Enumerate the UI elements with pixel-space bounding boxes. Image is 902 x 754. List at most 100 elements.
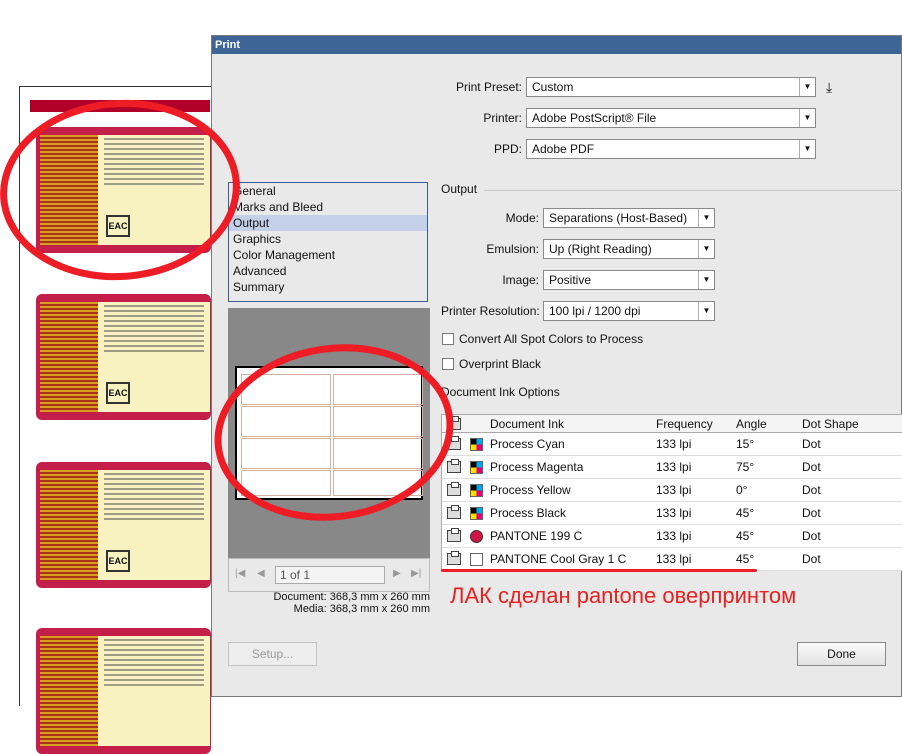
convert-spot-colors-checkbox[interactable]: Convert All Spot Colors to Process [442,332,643,346]
page-navigator: |◀ ◀ 1 of 1 ▶ ▶| [228,558,430,592]
printer-resolution-select[interactable]: 100 lpi / 1200 dpi ▼ [543,301,715,321]
ink-frequency[interactable]: 133 lpi [648,460,728,474]
emulsion-label: Emulsion: [486,242,539,256]
eac-mark: EAC [106,550,130,572]
dialog-title: Print [212,36,901,54]
product-label: EAC [36,294,211,420]
checkbox-box[interactable] [442,358,454,370]
spot-color-swatch [469,529,483,543]
column-angle[interactable]: Angle [728,415,794,432]
ink-angle[interactable]: 45° [728,506,794,520]
eac-mark: EAC [106,382,130,404]
ink-row[interactable]: PANTONE 199 C 133 lpi 45° Dot [442,525,902,548]
mode-label: Mode: [505,211,539,225]
column-document-ink[interactable]: Document Ink [486,415,648,432]
nav-item-marks-and-bleed[interactable]: Marks and Bleed [229,199,427,215]
print-ink-toggle-icon[interactable] [447,551,461,565]
ink-row[interactable]: Process Yellow 133 lpi 0° Dot [442,479,902,502]
column-dot-shape[interactable]: Dot Shape [794,415,874,432]
ink-angle[interactable]: 45° [728,552,794,566]
ink-options-title: Document Ink Options [441,385,560,399]
ink-name: Process Black [490,506,567,520]
ink-row[interactable]: PANTONE Cool Gray 1 C 133 lpi 45° Dot [442,548,902,571]
chevron-down-icon: ▼ [698,302,714,320]
nav-item-graphics[interactable]: Graphics [229,231,427,247]
nav-item-output[interactable]: Output [229,215,427,231]
product-label: EAC [36,462,211,588]
emulsion-select[interactable]: Up (Right Reading) ▼ [543,239,715,259]
chevron-down-icon: ▼ [799,78,815,96]
printer-label: Printer: [483,111,522,125]
ink-name: PANTONE Cool Gray 1 C [490,552,627,566]
ppd-label: PPD: [493,142,522,156]
process-color-icon [469,437,483,451]
chevron-down-icon: ▼ [698,240,714,258]
ink-name: Process Yellow [490,483,571,497]
ink-dot-shape[interactable]: Dot [794,506,874,520]
nav-item-summary[interactable]: Summary [229,279,427,295]
table-header: Document Ink Frequency Angle Dot Shape [442,415,902,433]
spot-color-swatch [469,552,483,566]
ink-dot-shape[interactable]: Dot [794,437,874,451]
printer-resolution-label: Printer Resolution: [441,304,540,318]
process-color-icon [469,460,483,474]
chevron-down-icon: ▼ [698,271,714,289]
ink-name: Process Cyan [490,437,565,451]
print-ink-toggle-icon[interactable] [447,459,461,473]
ink-angle[interactable]: 15° [728,437,794,451]
annotation-text: ЛАК сделан pantone оверпринтом [450,583,797,608]
chevron-down-icon: ▼ [799,109,815,127]
ink-row[interactable]: Process Black 133 lpi 45° Dot [442,502,902,525]
chevron-down-icon: ▼ [799,140,815,158]
save-preset-icon[interactable]: ⤓ [826,79,832,96]
product-label [36,628,211,754]
checkbox-box[interactable] [442,333,454,345]
ink-frequency[interactable]: 133 lpi [648,483,728,497]
ink-name: PANTONE 199 C [490,529,583,543]
print-ink-toggle-icon[interactable] [447,528,461,542]
nav-item-general[interactable]: General [229,183,427,199]
print-ink-toggle-icon[interactable] [447,482,461,496]
setup-button[interactable]: Setup... [228,642,317,666]
media-size: Media: 368,3 mm x 260 mm [293,603,430,615]
ppd-select[interactable]: Adobe PDF ▼ [526,139,816,159]
done-button[interactable]: Done [797,642,886,666]
ink-dot-shape[interactable]: Dot [794,460,874,474]
ink-row[interactable]: Process Cyan 133 lpi 15° Dot [442,433,902,456]
ink-angle[interactable]: 45° [728,529,794,543]
ink-dot-shape[interactable]: Dot [794,483,874,497]
overprint-black-checkbox[interactable]: Overprint Black [442,357,541,371]
last-page-icon[interactable]: ▶| [411,568,421,579]
printer-select[interactable]: Adobe PostScript® File ▼ [526,108,816,128]
ink-frequency[interactable]: 133 lpi [648,437,728,451]
image-label: Image: [502,273,539,287]
ink-dot-shape[interactable]: Dot [794,529,874,543]
output-section-title: Output [441,182,478,196]
ink-name: Process Magenta [490,460,584,474]
ink-row[interactable]: Process Magenta 133 lpi 75° Dot [442,456,902,479]
mode-select[interactable]: Separations (Host-Based) ▼ [543,208,715,228]
print-preset-label: Print Preset: [455,80,522,94]
chevron-down-icon: ▼ [698,209,714,227]
print-preset-select[interactable]: Custom ▼ [526,77,816,97]
ink-dot-shape[interactable]: Dot [794,552,874,566]
page-number-field[interactable]: 1 of 1 [275,566,385,584]
nav-item-color-management[interactable]: Color Management [229,247,427,263]
document-info: Document: 368,3 mm x 260 mm Media: 368,3… [228,591,430,615]
ink-frequency[interactable]: 133 lpi [648,552,728,566]
ink-frequency[interactable]: 133 lpi [648,529,728,543]
process-color-icon [469,506,483,520]
next-page-icon[interactable]: ▶ [393,568,401,579]
ink-frequency[interactable]: 133 lpi [648,506,728,520]
annotation-underline [441,569,757,572]
print-ink-toggle-icon[interactable] [447,505,461,519]
prev-page-icon[interactable]: ◀ [257,568,265,579]
first-page-icon[interactable]: |◀ [235,568,245,579]
document-size: Document: 368,3 mm x 260 mm [273,591,430,603]
category-list: General Marks and Bleed Output Graphics … [228,182,428,302]
image-select[interactable]: Positive ▼ [543,270,715,290]
column-frequency[interactable]: Frequency [648,415,728,432]
nav-item-advanced[interactable]: Advanced [229,263,427,279]
ink-angle[interactable]: 75° [728,460,794,474]
ink-angle[interactable]: 0° [728,483,794,497]
